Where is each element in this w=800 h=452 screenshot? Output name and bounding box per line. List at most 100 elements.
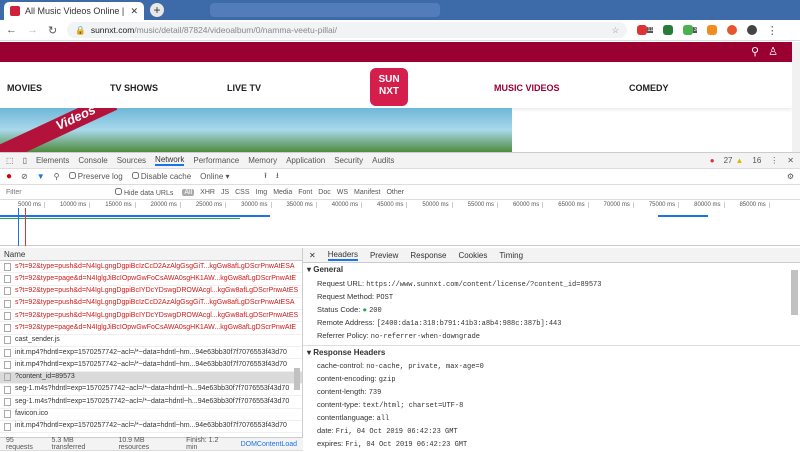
tab-memory[interactable]: Memory xyxy=(248,156,277,165)
menu-icon[interactable]: ⋮ xyxy=(767,24,778,37)
error-count[interactable]: 27 xyxy=(724,156,733,165)
request-row[interactable]: seg-1.m4s?hdntl=exp=1570257742~acl=/*~da… xyxy=(0,384,302,397)
extension-icon[interactable] xyxy=(663,25,674,35)
status-item[interactable]: DOMContentLoad xyxy=(241,441,297,448)
device-toolbar-icon[interactable]: ▯ xyxy=(23,156,27,165)
file-icon xyxy=(4,348,11,357)
search-icon[interactable]: ⚲ xyxy=(751,46,759,58)
close-tab-icon[interactable]: ✕ xyxy=(130,6,138,17)
tab-application[interactable]: Application xyxy=(286,156,325,165)
preserve-log-checkbox[interactable]: Preserve log xyxy=(68,172,123,181)
response-headers-toggle[interactable]: ▾ Response Headers xyxy=(303,345,800,359)
detail-tab-cookies[interactable]: Cookies xyxy=(458,251,487,260)
profile-avatar[interactable] xyxy=(746,25,757,35)
hide-data-urls-label: Hide data URLs xyxy=(123,189,174,197)
request-row[interactable]: s?t=92&type=push&d=N4IgLgngDgpiBcIzCcD2A… xyxy=(0,298,302,311)
filter-type-ws[interactable]: WS xyxy=(337,189,348,196)
request-row[interactable]: cast_sender.js xyxy=(0,335,302,348)
nav-comedy[interactable]: COMEDY xyxy=(629,83,669,93)
inspect-icon[interactable]: ⬚ xyxy=(6,156,14,165)
timeline-tick: 40000 ms xyxy=(317,202,363,208)
header-value: all xyxy=(376,415,390,423)
timeline-tick: 35000 ms xyxy=(272,202,317,208)
timeline-overview[interactable]: 5000 ms 10000 ms 15000 ms 20000 ms 25000 ms 3… xyxy=(0,200,800,246)
new-tab-button[interactable]: + xyxy=(150,3,164,17)
filter-type-font[interactable]: Font xyxy=(298,189,312,196)
preserve-log-label: Preserve log xyxy=(77,172,123,181)
request-details: ✕ Headers Preview Response Cookies Timing ▾ G… xyxy=(303,248,800,451)
tab-console[interactable]: Console xyxy=(78,156,107,165)
star-icon[interactable]: ☆ xyxy=(612,25,620,36)
extension-icon[interactable] xyxy=(683,25,694,35)
extension-icon[interactable] xyxy=(726,25,737,35)
tab-audits[interactable]: Audits xyxy=(372,156,394,165)
reload-icon[interactable]: ↻ xyxy=(48,24,57,37)
request-row[interactable]: init.mp4?hdntl=exp=1570257742~acl=/*~dat… xyxy=(0,359,302,372)
filter-type-other[interactable]: Other xyxy=(386,189,404,196)
filter-type-manifest[interactable]: Manifest xyxy=(354,189,380,196)
filter-type-all[interactable]: All xyxy=(182,188,195,196)
tab-sources[interactable]: Sources xyxy=(117,156,146,165)
close-devtools-icon[interactable]: ✕ xyxy=(787,156,794,165)
filter-type-xhr[interactable]: XHR xyxy=(200,189,215,196)
filter-input[interactable] xyxy=(6,188,106,196)
filter-icon[interactable]: ▼ xyxy=(37,172,45,181)
search-icon[interactable]: ⚲ xyxy=(54,172,60,181)
filter-type-img[interactable]: Img xyxy=(256,189,268,196)
request-row[interactable]: s?t=92&type=push&d=N4IgLgngDgpiBcIYDcYDs… xyxy=(0,310,302,323)
nav-movies[interactable]: MOVIES xyxy=(7,83,42,93)
record-icon[interactable]: ● xyxy=(6,171,12,182)
url-input[interactable]: 🔒 sunnxt.com/music/detail/87824/videoalbu… xyxy=(67,22,628,38)
disable-cache-checkbox[interactable]: Disable cache xyxy=(131,172,191,181)
clear-icon[interactable]: ⊘ xyxy=(21,172,28,181)
request-row[interactable]: favicon.ico xyxy=(0,409,302,421)
request-row[interactable]: seg-1.m4s?hdntl=exp=1570257742~acl=/*~da… xyxy=(0,396,302,409)
page-scrollbar[interactable] xyxy=(792,42,800,152)
filter-type-js[interactable]: JS xyxy=(221,189,229,196)
sunnxt-logo[interactable]: SUN NXT xyxy=(370,68,408,106)
back-icon[interactable]: ← xyxy=(6,24,17,36)
details-scrollbar-thumb[interactable] xyxy=(791,270,798,315)
request-row[interactable]: init.mp4?hdntl=exp=1570257742~acl=/*~dat… xyxy=(0,421,302,434)
tab-performance[interactable]: Performance xyxy=(193,156,239,165)
export-har-icon[interactable]: ⭳ xyxy=(276,170,279,184)
request-row[interactable]: s?t=92&type=push&d=N4IgLgngDgpiBcIzCcD2A… xyxy=(0,261,302,274)
forward-icon[interactable]: → xyxy=(27,24,38,36)
close-details-icon[interactable]: ✕ xyxy=(309,251,316,260)
request-row[interactable]: ?content_id=89573 xyxy=(0,371,302,384)
banner-image[interactable]: Videos xyxy=(0,108,512,152)
request-row[interactable]: s?t=92&type=page&d=N4IglgJiBcIOpwGwFoCsA… xyxy=(0,273,302,286)
general-section-toggle[interactable]: ▾ General xyxy=(303,263,800,277)
extension-icon[interactable] xyxy=(637,25,648,35)
request-row[interactable]: s?t=92&type=push&d=N4IgLgngDgpiBcIYDcYDs… xyxy=(0,286,302,298)
throttle-select[interactable]: Online ▾ xyxy=(200,172,255,181)
detail-tab-timing[interactable]: Timing xyxy=(499,251,523,260)
request-row[interactable]: init.mp4?hdntl=exp=1570257742~acl=/*~dat… xyxy=(0,347,302,360)
detail-tab-headers[interactable]: Headers xyxy=(327,250,358,261)
browser-tab[interactable]: All Music Videos Online | Online ✕ xyxy=(4,2,144,20)
filter-type-doc[interactable]: Doc xyxy=(318,189,330,196)
request-name: init.mp4?hdntl=exp=1570257742~acl=/*~dat… xyxy=(15,348,287,356)
more-icon[interactable]: ⋮ xyxy=(770,156,778,165)
hide-data-urls-checkbox[interactable]: Hide data URLs xyxy=(115,187,174,197)
nav-tv-shows[interactable]: TV SHOWS xyxy=(110,83,158,93)
list-scrollbar-thumb[interactable] xyxy=(294,368,300,390)
request-row[interactable]: s?t=92&type=page&d=N4IglgJiBcIOpwGwFoCsA… xyxy=(0,322,302,335)
filter-type-css[interactable]: CSS xyxy=(235,189,249,196)
tab-network[interactable]: Network xyxy=(155,155,185,166)
nav-music-videos[interactable]: MUSIC VIDEOS xyxy=(494,83,560,93)
detail-tab-preview[interactable]: Preview xyxy=(370,251,398,260)
warning-count[interactable]: 16 xyxy=(752,156,761,165)
name-column-header[interactable]: Name xyxy=(0,248,302,261)
tab-security[interactable]: Security xyxy=(334,156,363,165)
extension-icon[interactable] xyxy=(706,25,717,35)
detail-tab-response[interactable]: Response xyxy=(410,251,446,260)
user-icon[interactable]: ♙ xyxy=(768,46,778,58)
tab-elements[interactable]: Elements xyxy=(36,156,69,165)
timeline-bar xyxy=(0,218,240,219)
nav-live-tv[interactable]: LIVE TV xyxy=(227,83,261,93)
request-name: favicon.ico xyxy=(15,410,49,418)
settings-gear-icon[interactable]: ⚙ xyxy=(787,172,794,181)
import-har-icon[interactable]: ⭱ xyxy=(264,170,267,184)
filter-type-media[interactable]: Media xyxy=(273,189,292,196)
